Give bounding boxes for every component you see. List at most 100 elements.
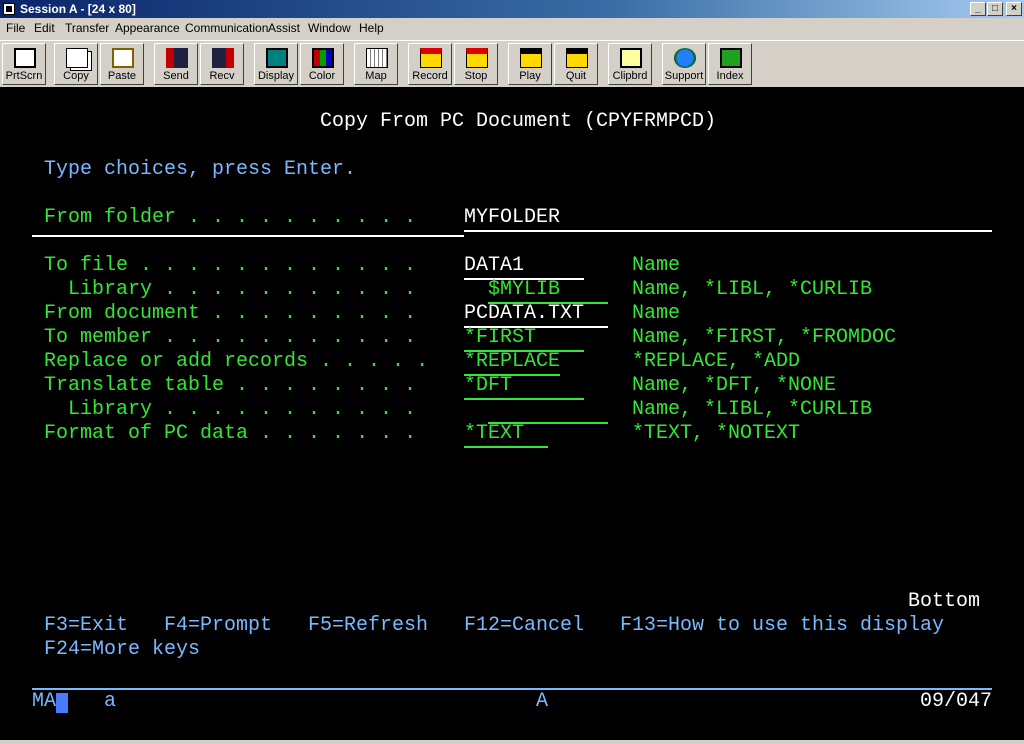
input-mode-indicator: a (104, 690, 117, 713)
clipboard-icon (620, 48, 642, 68)
map-label: Map (365, 70, 387, 82)
fkey-f3[interactable]: F3=Exit (44, 614, 128, 638)
fkey-f12[interactable]: F12=Cancel (464, 614, 584, 638)
to-member-label: To member . . . . . . . . . . . (44, 326, 417, 349)
menu-help[interactable]: Help (359, 21, 384, 35)
replace-records-help: *REPLACE, *ADD (632, 350, 801, 373)
receive-icon (212, 48, 234, 68)
menu-assist[interactable]: Assist (268, 21, 300, 35)
format-pc-data-input[interactable]: *TEXT (464, 422, 548, 448)
session-indicator: MA (32, 690, 57, 713)
close-button[interactable]: × (1006, 2, 1022, 16)
to-file-help: Name (632, 254, 681, 277)
color-button[interactable]: Color (300, 43, 344, 85)
menu-edit[interactable]: Edit (34, 21, 55, 35)
copy-label: Copy (63, 70, 89, 82)
from-folder-value: MYFOLDER (464, 206, 561, 229)
replace-records-input[interactable]: *REPLACE (464, 350, 560, 376)
prtscrn-button[interactable]: PrtScrn (2, 43, 46, 85)
quit-icon (566, 48, 588, 68)
from-folder-label: From folder . . . . . . . . . . (44, 206, 417, 229)
copy-button[interactable]: Copy (54, 43, 98, 85)
toolbar: PrtScrn Copy Paste Send Recv Display Col… (0, 40, 1024, 88)
stop-label: Stop (464, 70, 488, 82)
maximize-button[interactable]: □ (987, 2, 1003, 16)
map-button[interactable]: Map (354, 43, 398, 85)
fkey-f24[interactable]: F24=More keys (44, 638, 200, 662)
more-indicator: Bottom (908, 590, 981, 613)
window-title: Session A - [24 x 80] (20, 2, 136, 16)
library-2-help: Name, *LIBL, *CURLIB (632, 398, 873, 421)
app-icon[interactable] (3, 3, 15, 15)
stop-button[interactable]: Stop (454, 43, 498, 85)
to-member-help: Name, *FIRST, *FROMDOC (632, 326, 897, 349)
library-label: Library . . . . . . . . . . . (68, 278, 417, 301)
menu-file[interactable]: File (6, 21, 25, 35)
library-input[interactable]: $MYLIB (488, 278, 608, 304)
menu-communication[interactable]: Communication (185, 21, 268, 35)
format-pc-data-help: *TEXT, *NOTEXT (632, 422, 801, 445)
to-file-label: To file . . . . . . . . . . . . (44, 254, 417, 277)
record-label: Record (412, 70, 448, 82)
play-label: Play (519, 70, 541, 82)
play-icon (520, 48, 542, 68)
index-label: Index (716, 70, 744, 82)
support-label: Support (664, 70, 704, 82)
to-file-input[interactable]: DATA1 (464, 254, 584, 280)
color-icon (312, 48, 334, 68)
menu-appearance[interactable]: Appearance (115, 21, 180, 35)
paste-label: Paste (107, 70, 137, 82)
clipbrd-label: Clipbrd (612, 70, 648, 82)
terminal-screen[interactable]: Copy From PC Document (CPYFRMPCD) Type c… (0, 87, 1024, 740)
title-bar: Session A - [24 x 80] _ □ × (0, 0, 1024, 18)
quit-button[interactable]: Quit (554, 43, 598, 85)
paste-button[interactable]: Paste (100, 43, 144, 85)
format-pc-data-label: Format of PC data . . . . . . . (44, 422, 417, 445)
cursor-position: 09/047 (920, 690, 993, 713)
recv-label: Recv (209, 70, 235, 82)
menu-window[interactable]: Window (308, 21, 351, 35)
printer-icon (14, 48, 36, 68)
menu-transfer[interactable]: Transfer (65, 21, 109, 35)
from-document-help: Name (632, 302, 681, 325)
index-button[interactable]: Index (708, 43, 752, 85)
fkey-f4[interactable]: F4=Prompt (164, 614, 272, 638)
recv-button[interactable]: Recv (200, 43, 244, 85)
send-button[interactable]: Send (154, 43, 198, 85)
library-2-input[interactable] (488, 398, 608, 424)
cursor-block (56, 693, 68, 713)
send-label: Send (163, 70, 189, 82)
translate-table-input[interactable]: *DFT (464, 374, 584, 400)
color-label: Color (308, 70, 336, 82)
field-continuation-line (32, 235, 464, 237)
from-document-input[interactable]: PCDATA.TXT (464, 302, 608, 328)
translate-table-help: Name, *DFT, *NONE (632, 374, 837, 397)
stop-icon (466, 48, 488, 68)
play-button[interactable]: Play (508, 43, 552, 85)
display-label: Display (257, 70, 295, 82)
quit-label: Quit (565, 70, 587, 82)
menu-bar: File Edit Transfer Appearance Communicat… (0, 18, 1024, 38)
record-button[interactable]: Record (408, 43, 452, 85)
from-document-label: From document . . . . . . . . . (44, 302, 417, 325)
fkey-f13[interactable]: F13=How to use this display (620, 614, 944, 638)
minimize-button[interactable]: _ (970, 2, 986, 16)
replace-records-label: Replace or add records . . . . . (44, 350, 429, 373)
display-icon (266, 48, 288, 68)
copy-icon (66, 48, 88, 68)
clipbrd-button[interactable]: Clipbrd (608, 43, 652, 85)
status-divider (32, 688, 992, 690)
index-book-icon (720, 48, 742, 68)
screen-title: Copy From PC Document (CPYFRMPCD) (320, 110, 717, 133)
record-icon (420, 48, 442, 68)
support-button[interactable]: Support (662, 43, 706, 85)
fkey-f5[interactable]: F5=Refresh (308, 614, 428, 638)
keyboard-indicator: A (536, 690, 549, 713)
to-member-input[interactable]: *FIRST (464, 326, 584, 352)
support-globe-icon (674, 48, 696, 68)
display-button[interactable]: Display (254, 43, 298, 85)
library-help: Name, *LIBL, *CURLIB (632, 278, 873, 301)
from-folder-input[interactable]: MYFOLDER (464, 206, 992, 232)
keyboard-map-icon (366, 48, 388, 68)
send-icon (166, 48, 188, 68)
